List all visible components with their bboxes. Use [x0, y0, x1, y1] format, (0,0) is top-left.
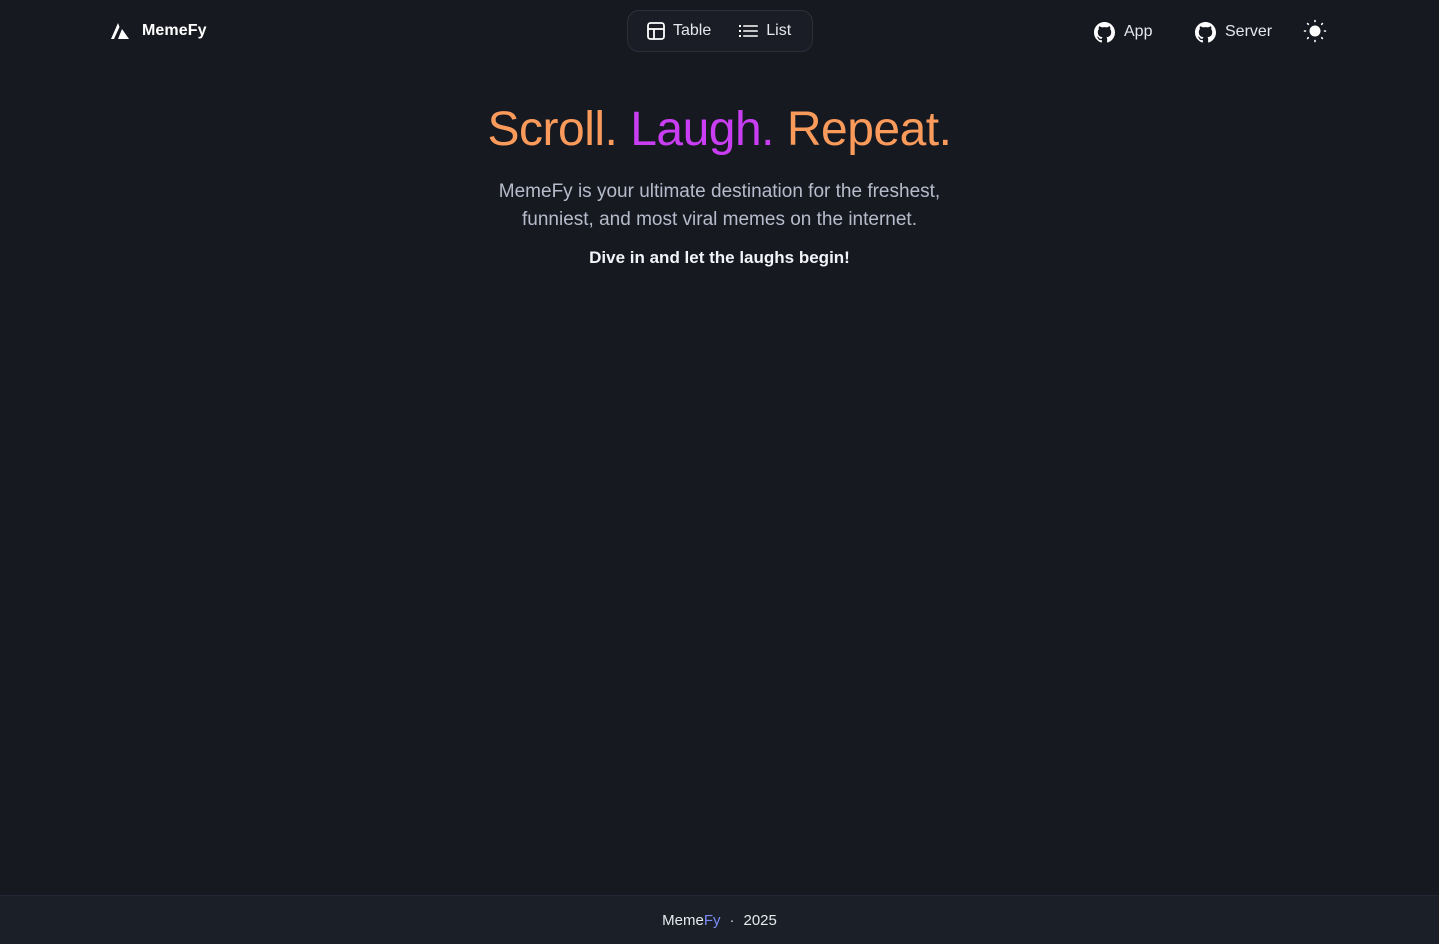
list-view-label: List	[766, 22, 792, 39]
headline-scroll: Scroll.	[487, 103, 618, 156]
server-repo-link-wrap: Server	[1195, 18, 1272, 46]
footer-brand: MemeFy	[662, 912, 720, 929]
footer-brand-meme: Meme	[662, 911, 704, 929]
brand-name: MemeFy	[142, 22, 207, 39]
table-view-button[interactable]: Table	[634, 16, 723, 46]
github-icon	[1195, 21, 1216, 43]
footer: MemeFy · 2025	[0, 895, 1439, 944]
hero-tagline: MemeFy is your ultimate destination for …	[498, 181, 941, 230]
table-icon	[646, 21, 666, 41]
footer-brand-fy: Fy	[703, 911, 721, 929]
view-toggle: Table List	[627, 10, 813, 52]
app-link-label: App	[1124, 23, 1153, 40]
brand-link[interactable]: MemeFy	[110, 20, 207, 42]
page: MemeFy Table List App Server Scroll. Lau…	[0, 0, 1439, 944]
list-view-button[interactable]: List	[727, 16, 803, 46]
theme-toggle-button[interactable]	[1303, 19, 1327, 43]
sun-icon	[1303, 19, 1327, 43]
server-repo-link[interactable]: Server	[1195, 21, 1273, 43]
footer-year: 2025	[743, 911, 777, 929]
list-icon	[739, 23, 759, 39]
table-view-label: Table	[673, 22, 712, 39]
server-link-label: Server	[1225, 23, 1273, 40]
app-repo-link-wrap: App	[1094, 18, 1152, 46]
logo-icon	[110, 22, 132, 40]
hero-headline: Scroll. Laugh. Repeat.	[0, 100, 1439, 160]
footer-separator: ·	[729, 911, 735, 929]
headline-laugh: Laugh.	[630, 103, 775, 156]
hero-section: Scroll. Laugh. Repeat. MemeFy is your ul…	[0, 100, 1439, 270]
app-repo-link[interactable]: App	[1094, 21, 1153, 43]
github-icon	[1094, 21, 1115, 43]
hero-cta-text: Dive in and let the laughs begin!	[589, 248, 850, 267]
headline-repeat: Repeat.	[786, 103, 952, 156]
